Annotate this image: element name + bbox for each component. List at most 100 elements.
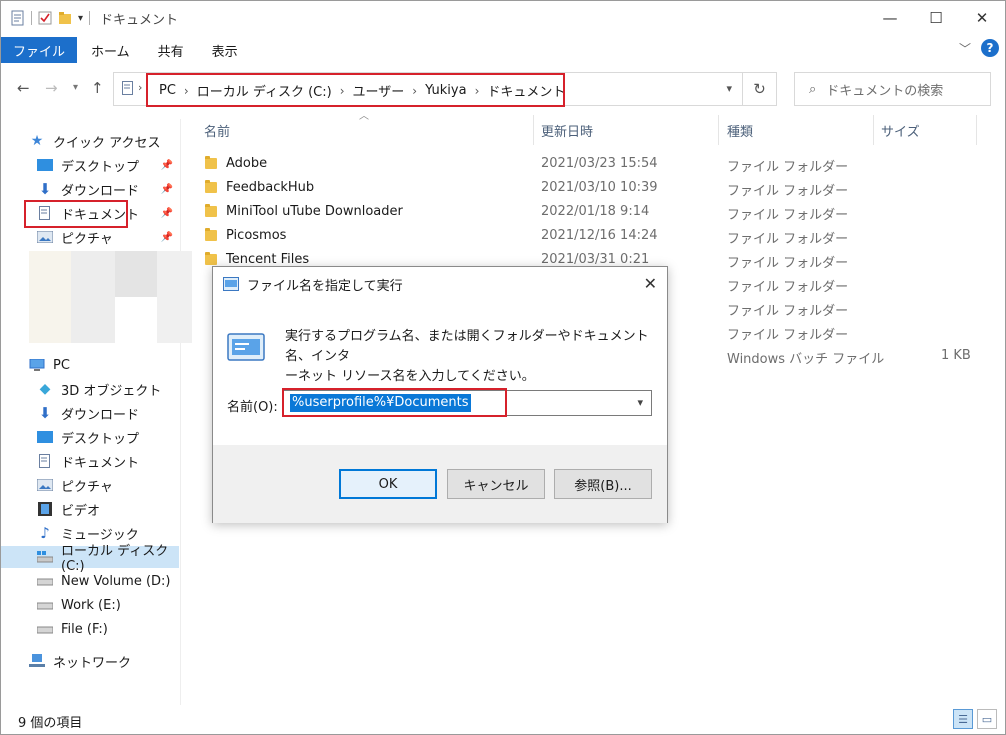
sidebar-item-drive-e[interactable]: Work (E:) [1, 594, 179, 616]
column-header-type[interactable]: 種類 [727, 118, 753, 142]
sidebar-item-3d-objects[interactable]: ◆ 3D オブジェクト [1, 378, 179, 400]
sidebar-item-downloads-pc[interactable]: ⬇ ダウンロード [1, 402, 179, 424]
address-highlight-box [146, 73, 565, 107]
search-icon: ⌕ [809, 81, 817, 97]
file-modified: 2021/12/16 14:24 [541, 228, 658, 243]
sidebar-item-quick-access[interactable]: ★ クイック アクセス [1, 130, 179, 152]
pin-icon[interactable]: 📌 [161, 184, 173, 195]
cube-icon: ◆ [39, 381, 51, 397]
sidebar-item-pictures-pc[interactable]: ピクチャ [1, 474, 179, 496]
network-icon [29, 653, 45, 669]
minimize-button[interactable]: — [867, 1, 913, 35]
sidebar-item-documents-pc[interactable]: ドキュメント [1, 450, 179, 472]
folder-icon [205, 156, 217, 169]
column-header-size[interactable]: サイズ [881, 118, 920, 142]
sidebar-item-desktop-pc[interactable]: デスクトップ [1, 426, 179, 448]
browse-button[interactable]: 参照(B)... [554, 469, 652, 499]
file-name: MiniTool uTube Downloader [226, 204, 403, 219]
back-arrow-icon[interactable]: ← [17, 79, 30, 97]
file-type: ファイル フォルダー [727, 160, 849, 175]
chevron-down-icon[interactable]: ▾ [637, 396, 643, 409]
pixelated-region [29, 251, 192, 343]
help-icon[interactable]: ? [981, 39, 999, 57]
sidebar-item-label: ピクチャ [61, 479, 113, 495]
maximize-button[interactable]: ☐ [913, 1, 959, 35]
sort-ascending-icon: ︿ [359, 111, 369, 122]
forward-arrow-icon[interactable]: → [45, 79, 58, 97]
up-arrow-icon[interactable]: ↑ [91, 79, 104, 97]
documents-highlight-box [24, 200, 128, 228]
dialog-title-bar: ファイル名を指定して実行 ✕ [213, 267, 667, 301]
folder-icon [205, 252, 217, 265]
tab-file[interactable]: ファイル [1, 37, 78, 63]
table-row[interactable]: MiniTool uTube Downloader 2022/01/18 9:1… [191, 200, 1001, 224]
search-input[interactable]: ⌕ ドキュメントの検索 [794, 72, 991, 106]
file-name: FeedbackHub [226, 180, 315, 195]
table-row[interactable]: Picosmos 2021/12/16 14:24 ファイル フォルダー [191, 224, 1001, 248]
large-icons-view-icon[interactable]: ▭ [977, 709, 997, 729]
close-button[interactable]: ✕ [959, 1, 1005, 35]
sidebar-item-desktop[interactable]: デスクトップ 📌 [1, 154, 179, 176]
desktop-icon [37, 429, 53, 445]
title-bar: ▾ ドキュメント — ☐ ✕ [1, 1, 1005, 35]
sidebar-item-downloads[interactable]: ⬇ ダウンロード 📌 [1, 178, 179, 200]
column-divider[interactable] [533, 115, 534, 145]
view-switcher: ☰ ▭ [953, 709, 997, 729]
pin-icon[interactable]: 📌 [161, 160, 173, 171]
sidebar-item-label: ビデオ [61, 503, 101, 519]
file-type: ファイル フォルダー [727, 256, 849, 271]
properties-check-icon[interactable] [38, 11, 52, 25]
breadcrumb-root-chevron-icon[interactable]: › [138, 81, 142, 94]
new-folder-icon[interactable] [58, 11, 72, 25]
column-divider[interactable] [718, 115, 719, 145]
dialog-title: ファイル名を指定して実行 [247, 278, 403, 294]
sidebar-item-label: PC [53, 357, 70, 373]
cancel-button[interactable]: キャンセル [447, 469, 545, 499]
pin-icon[interactable]: 📌 [161, 208, 173, 219]
window-controls: — ☐ ✕ [867, 1, 1005, 35]
tab-share[interactable]: 共有 [144, 37, 198, 63]
column-divider[interactable] [873, 115, 874, 145]
ribbon-tabs: ファイル ホーム 共有 表示 ﹀ ? [1, 37, 1005, 63]
ok-button[interactable]: OK [339, 469, 437, 499]
dialog-description-line: ーネット リソース名を入力してください。 [285, 369, 535, 384]
customize-toolbar-icon[interactable]: ▾ [78, 13, 83, 24]
sidebar-item-network[interactable]: ネットワーク [1, 650, 179, 672]
sidebar-item-label: Work (E:) [61, 597, 121, 613]
sidebar-item-drive-d[interactable]: New Volume (D:) [1, 570, 179, 592]
file-size: 1 KB [941, 348, 971, 363]
sidebar-item-drive-f[interactable]: File (F:) [1, 618, 179, 640]
sidebar-item-local-disk[interactable]: ローカル ディスク (C:) [1, 544, 179, 574]
address-history-icon[interactable]: ▾ [726, 82, 732, 95]
sidebar-item-pc[interactable]: PC [1, 354, 179, 376]
column-divider[interactable] [976, 115, 977, 145]
document-icon[interactable] [11, 10, 25, 26]
column-header-name[interactable]: 名前 [204, 118, 230, 142]
computer-icon [29, 357, 45, 373]
document-icon [37, 453, 53, 469]
file-type: Windows バッチ ファイル [727, 352, 885, 367]
sidebar-item-label: New Volume (D:) [61, 573, 171, 589]
file-modified: 2022/01/18 9:14 [541, 204, 650, 219]
tab-view[interactable]: 表示 [198, 37, 252, 63]
refresh-icon[interactable]: ↻ [742, 73, 776, 105]
sidebar-item-label: クイック アクセス [53, 135, 161, 151]
sidebar-item-videos[interactable]: ビデオ [1, 498, 179, 520]
toolbar-divider [89, 11, 91, 25]
pin-icon[interactable]: 📌 [161, 232, 173, 243]
sidebar-item-label: File (F:) [61, 621, 108, 637]
table-row[interactable]: FeedbackHub 2021/03/10 10:39 ファイル フォルダー [191, 176, 1001, 200]
recent-locations-icon[interactable]: ▾ [73, 82, 78, 93]
sidebar-item-pictures[interactable]: ピクチャ 📌 [1, 226, 179, 248]
details-view-icon[interactable]: ☰ [953, 709, 973, 729]
drive-icon [37, 573, 53, 589]
chevron-down-icon[interactable]: ﹀ [959, 40, 971, 57]
tab-home[interactable]: ホーム [77, 37, 144, 63]
music-note-icon: ♪ [40, 524, 50, 542]
window-title: ドキュメント [100, 12, 179, 28]
table-row[interactable]: Adobe 2021/03/23 15:54 ファイル フォルダー [191, 152, 1001, 176]
run-program-icon [227, 333, 265, 361]
column-header-modified[interactable]: 更新日時 [541, 118, 593, 142]
close-icon[interactable]: ✕ [644, 274, 657, 293]
file-name: Picosmos [226, 228, 287, 243]
